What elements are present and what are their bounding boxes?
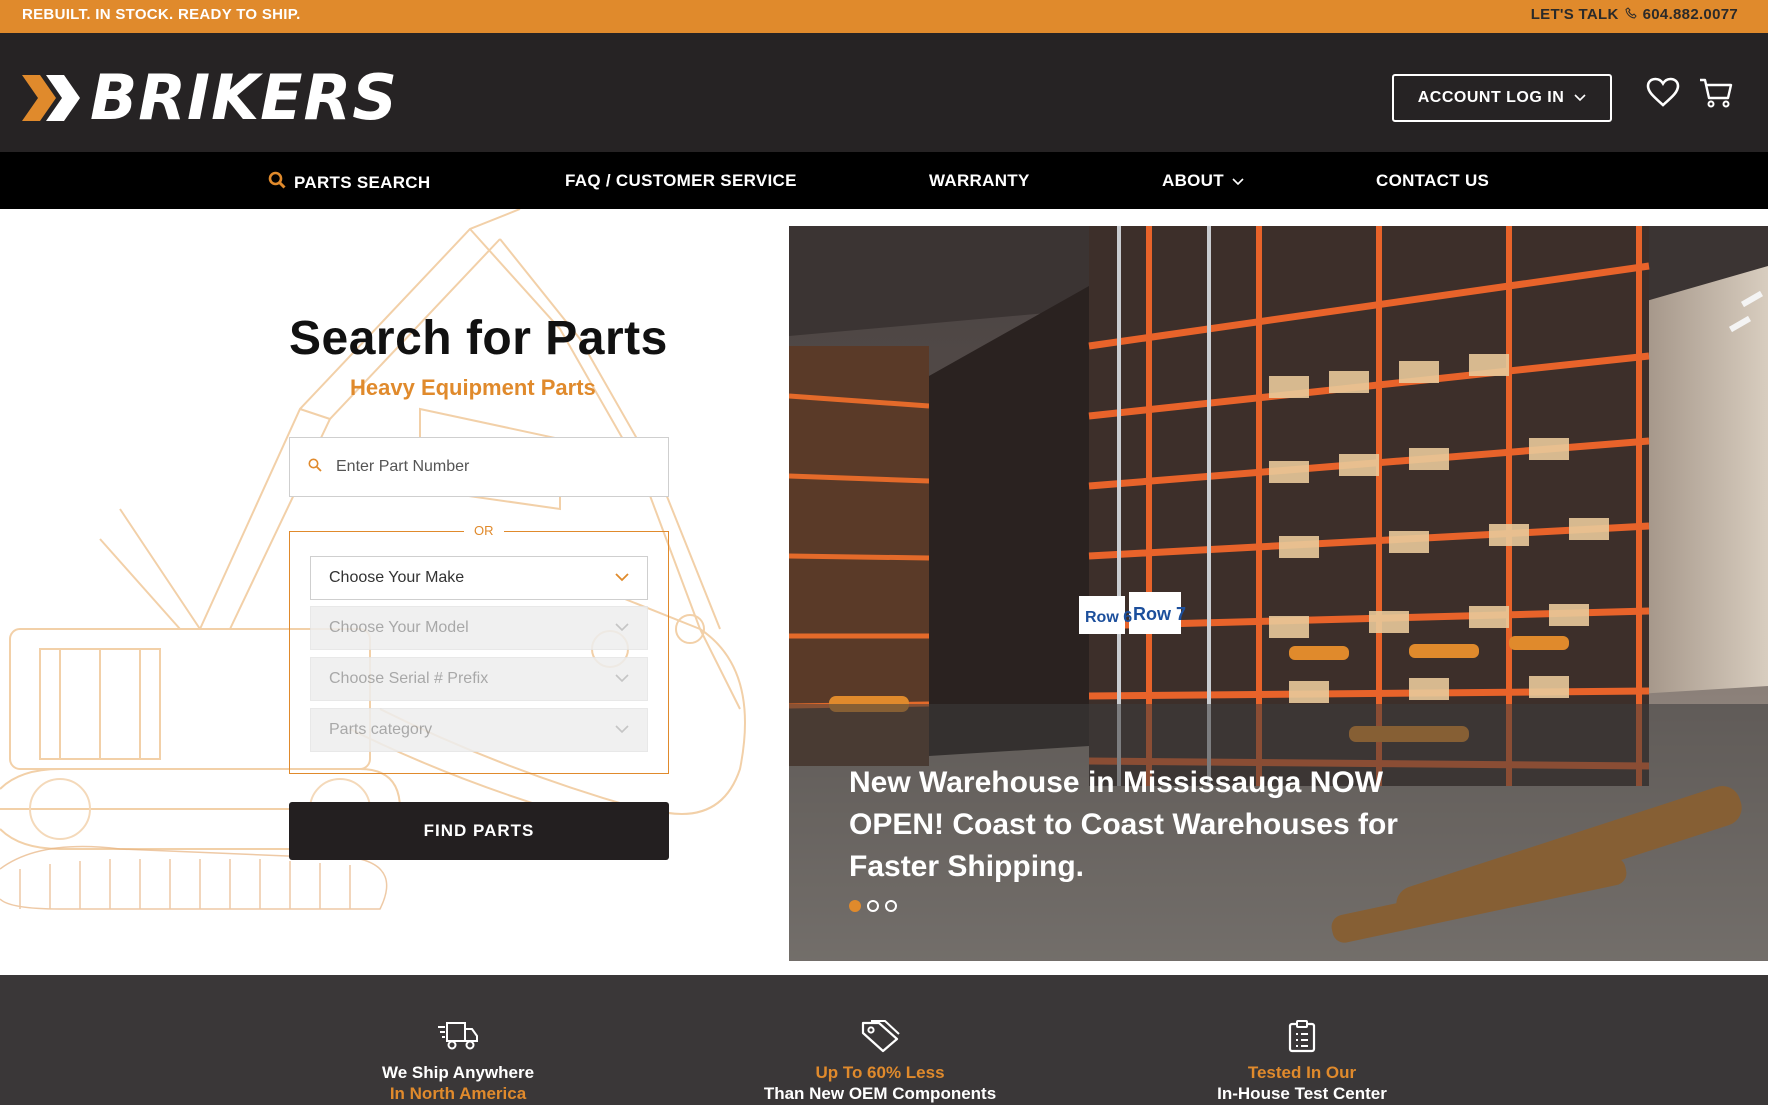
nav-contact[interactable]: CONTACT US	[1376, 171, 1489, 191]
logo-wordmark: BRIKERS	[90, 61, 398, 134]
tag-icon	[730, 1019, 1030, 1055]
parts-category-select[interactable]: Parts category	[310, 708, 648, 752]
nav-warranty[interactable]: WARRANTY	[929, 171, 1030, 191]
row-6-sign: Row 6	[1085, 609, 1132, 626]
clipboard-icon	[1152, 1019, 1452, 1055]
part-number-input[interactable]	[336, 458, 636, 476]
brikers-logo[interactable]: BRIKERS	[22, 67, 398, 129]
nav-label: CONTACT US	[1376, 171, 1490, 190]
parts-search-panel: Search for Parts Heavy Equipment Parts O…	[0, 209, 789, 961]
feature-line-1: Up To 60% Less	[815, 1063, 945, 1082]
feature-savings: Up To 60% Less Than New OEM Components	[730, 1019, 1030, 1104]
contact-phone[interactable]: LET'S TALK 604.882.0077	[1531, 6, 1738, 23]
serial-prefix-select-value: Choose Serial # Prefix	[329, 670, 489, 687]
search-icon	[268, 171, 286, 194]
model-select[interactable]: Choose Your Model	[310, 606, 648, 650]
chevron-down-icon	[1232, 171, 1244, 191]
nav-label: PARTS SEARCH	[294, 172, 431, 192]
nav-label: WARRANTY	[929, 171, 1030, 190]
truck-icon	[308, 1019, 608, 1055]
chevron-down-icon	[615, 721, 629, 739]
feature-line-1: We Ship Anywhere	[381, 1063, 535, 1082]
search-subtitle: Heavy Equipment Parts	[350, 375, 596, 400]
cart-icon[interactable]	[1698, 77, 1734, 114]
lets-talk-label: LET'S TALK	[1530, 6, 1619, 23]
account-login-button[interactable]: ACCOUNT LOG IN	[1392, 74, 1612, 122]
logo-chevron-icon	[22, 75, 80, 121]
chevron-down-icon	[615, 670, 629, 688]
or-divider-label: OR	[464, 523, 504, 538]
phone-icon	[1625, 7, 1637, 22]
phone-number[interactable]: 604.882.0077	[1643, 6, 1738, 23]
feature-shipping: We Ship Anywhere In North America	[308, 1019, 608, 1104]
nav-label: ABOUT	[1162, 171, 1224, 190]
chevron-down-icon	[1574, 89, 1586, 107]
find-parts-button[interactable]: FIND PARTS	[289, 802, 669, 860]
chevron-down-icon	[615, 569, 629, 587]
feature-line-2: In North America	[389, 1084, 527, 1103]
slide-dot-3[interactable]	[885, 900, 897, 912]
nav-about[interactable]: ABOUT	[1162, 171, 1244, 191]
serial-prefix-select[interactable]: Choose Serial # Prefix	[310, 657, 648, 701]
hero-slider: Row 6 Row 7 New Warehouse in Mississauga…	[789, 226, 1768, 961]
features-strip: We Ship Anywhere In North America Up To …	[0, 975, 1768, 1105]
slide-dot-2[interactable]	[867, 900, 879, 912]
main-nav: PARTS SEARCH FAQ / CUSTOMER SERVICE WARR…	[0, 152, 1768, 209]
make-select-value: Choose Your Make	[329, 569, 465, 586]
feature-line-2: Than New OEM Components	[763, 1084, 997, 1103]
promo-tagline: REBUILT. IN STOCK. READY TO SHIP.	[22, 6, 301, 23]
make-select[interactable]: Choose Your Make	[310, 556, 648, 600]
search-icon	[308, 458, 322, 477]
make-model-filter-group: OR Choose Your Make Choose Your Model Ch…	[289, 523, 669, 774]
site-header: BRIKERS ACCOUNT LOG IN	[0, 33, 1768, 152]
promo-bar: REBUILT. IN STOCK. READY TO SHIP. LET'S …	[0, 0, 1768, 33]
part-number-field[interactable]	[289, 437, 669, 497]
slide-caption[interactable]: New Warehouse in Mississauga NOW OPEN! C…	[849, 762, 1469, 888]
parts-category-select-value: Parts category	[329, 721, 433, 738]
row-7-sign: Row 7	[1133, 604, 1186, 624]
feature-line-2: In-House Test Center	[1217, 1084, 1387, 1103]
account-login-label: ACCOUNT LOG IN	[1417, 89, 1565, 106]
nav-label: FAQ / CUSTOMER SERVICE	[565, 171, 797, 190]
slider-pagination	[849, 900, 897, 912]
nav-parts-search[interactable]: PARTS SEARCH	[268, 171, 430, 194]
search-title: Search for Parts	[289, 312, 668, 365]
nav-faq[interactable]: FAQ / CUSTOMER SERVICE	[565, 171, 797, 191]
model-select-value: Choose Your Model	[329, 619, 469, 636]
feature-line-1: Tested In Our	[1247, 1063, 1357, 1082]
feature-testing: Tested In Our In-House Test Center	[1152, 1019, 1452, 1104]
wishlist-heart-icon[interactable]	[1646, 77, 1680, 112]
slide-dot-1[interactable]	[849, 900, 861, 912]
chevron-down-icon	[615, 619, 629, 637]
